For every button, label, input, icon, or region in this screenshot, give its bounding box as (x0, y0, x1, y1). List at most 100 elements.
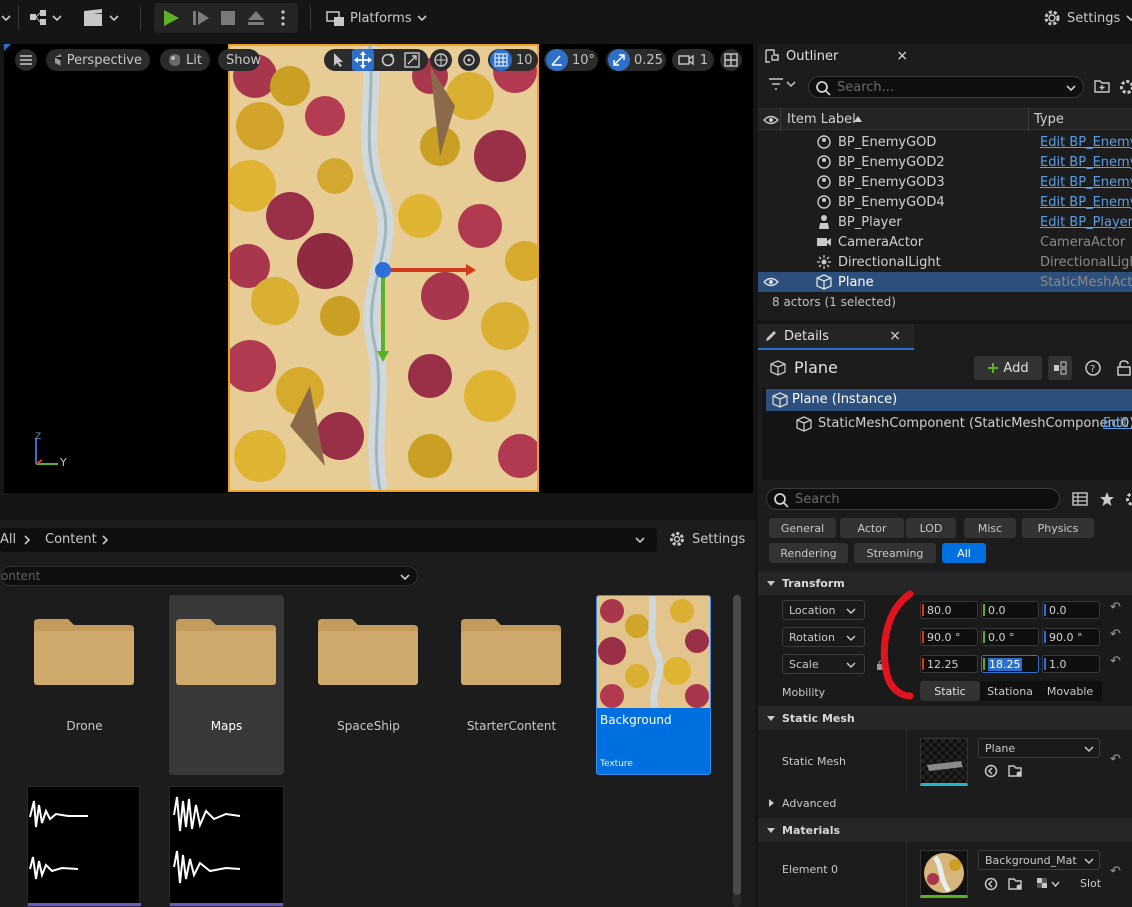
add-folder-icon[interactable] (1094, 79, 1110, 93)
outliner-tab[interactable]: Outliner × (758, 44, 914, 68)
lock-icon[interactable] (1116, 360, 1132, 376)
outliner-row[interactable]: BP_EnemyGOD3 Edit BP_EnemyG (758, 172, 1132, 192)
outliner-row[interactable]: BP_EnemyGOD4 Edit BP_EnemyG (758, 192, 1132, 212)
cb-scrollbar[interactable] (733, 595, 741, 907)
folder-drone[interactable]: Drone (27, 595, 142, 775)
cb-search-input[interactable]: ontent (0, 566, 418, 586)
surface-snap-button[interactable] (458, 49, 480, 71)
reset-arrow-icon[interactable]: ↶ (1110, 627, 1121, 642)
category-streaming[interactable]: Streaming (854, 543, 936, 563)
folder-startercontent[interactable]: StarterContent (454, 595, 569, 775)
rotation-y-field[interactable]: 0.0 ° (981, 628, 1039, 646)
use-selected-icon[interactable] (984, 877, 998, 891)
grid-snap-button[interactable]: 10 (488, 49, 538, 71)
close-icon[interactable]: × (889, 328, 901, 344)
location-y-field[interactable]: 0.0 (981, 601, 1039, 619)
sound-wave-asset[interactable] (27, 786, 141, 907)
scale-z-field[interactable]: 1.0 (1042, 655, 1100, 673)
static-mesh-dropdown[interactable]: Plane (978, 738, 1100, 758)
platforms-button[interactable]: Platforms (326, 4, 428, 32)
actor-type[interactable]: Edit BP_EnemyG (1040, 195, 1132, 210)
level-viewport[interactable]: Perspective Lit Show 10 10° 0.25 1 Z Y (4, 44, 753, 493)
location-dropdown[interactable]: Location (782, 600, 865, 620)
show-button[interactable]: Show (218, 49, 261, 71)
outliner-row[interactable]: DirectionalLight DirectionalLight (758, 252, 1132, 272)
rotation-snap-button[interactable]: 10° (544, 49, 598, 71)
cb-settings-button[interactable]: Settings (668, 530, 745, 548)
settings-button[interactable]: Settings (1042, 4, 1132, 32)
materials-section-header[interactable]: Materials (758, 818, 1132, 842)
background-plane-image[interactable] (228, 44, 539, 492)
column-type[interactable]: Type (1034, 112, 1064, 127)
breadcrumb-content[interactable]: Content (45, 532, 97, 547)
reset-arrow-icon[interactable]: ↶ (1110, 752, 1121, 767)
sound-wave-asset[interactable] (169, 786, 284, 907)
location-z-field[interactable]: 0.0 (1042, 601, 1100, 619)
category-physics[interactable]: Physics (1022, 518, 1094, 538)
component-row-instance[interactable]: Plane (Instance) (766, 389, 1132, 411)
gear-icon[interactable] (1124, 491, 1132, 507)
viewport-menu-button[interactable] (15, 49, 37, 71)
outliner-row[interactable]: BP_Player Edit BP_Player (758, 212, 1132, 232)
reset-arrow-icon[interactable]: ↶ (1110, 600, 1121, 615)
rotation-x-field[interactable]: 90.0 ° (920, 628, 978, 646)
eye-icon[interactable] (763, 114, 779, 126)
rotation-dropdown[interactable]: Rotation (782, 627, 865, 647)
gear-icon[interactable] (1118, 79, 1132, 95)
checker-options-icon[interactable] (1036, 877, 1062, 891)
actor-type[interactable]: Edit BP_EnemyG (1040, 175, 1132, 190)
use-selected-icon[interactable] (984, 764, 998, 778)
add-component-button[interactable]: Add (974, 356, 1042, 380)
perspective-button[interactable]: Perspective (46, 49, 150, 71)
eject-icon[interactable] (247, 9, 265, 27)
mobility-stationary[interactable]: Stationa (980, 681, 1040, 701)
star-icon[interactable] (1099, 491, 1115, 507)
blueprint-button[interactable] (1048, 356, 1072, 380)
camera-speed-button[interactable]: 1 (672, 49, 714, 71)
outliner-search-input[interactable]: Search... (808, 76, 1084, 98)
close-icon[interactable]: × (896, 48, 908, 64)
component-row-staticmesh[interactable]: StaticMeshComponent (StaticMeshComponent… (766, 413, 1132, 435)
folder-maps[interactable]: Maps (169, 595, 284, 775)
scale-tool-icon[interactable] (404, 52, 420, 68)
chevron-down-icon[interactable] (634, 534, 646, 546)
material-thumbnail[interactable] (920, 850, 968, 898)
folder-spaceship[interactable]: SpaceShip (311, 595, 426, 775)
static-mesh-section-header[interactable]: Static Mesh (758, 706, 1132, 730)
outliner-row[interactable]: BP_EnemyGOD Edit BP_EnemyG (758, 132, 1132, 152)
rotation-z-field[interactable]: 90.0 ° (1042, 628, 1100, 646)
category-all[interactable]: All (942, 543, 986, 563)
stop-icon[interactable] (220, 10, 236, 26)
help-icon[interactable]: ? (1084, 359, 1102, 377)
outliner-row[interactable]: CameraActor CameraActor (758, 232, 1132, 252)
translate-tool-icon[interactable] (352, 49, 374, 71)
breadcrumb-all[interactable]: All (0, 532, 16, 547)
lit-button[interactable]: Lit (160, 49, 210, 71)
chevron-down-icon[interactable] (0, 4, 12, 32)
category-rendering[interactable]: Rendering (769, 543, 848, 563)
play-icon[interactable] (162, 9, 180, 27)
transform-section-header[interactable]: Transform (758, 571, 1132, 595)
asset-background-texture[interactable]: Background Texture (596, 595, 711, 775)
details-tab[interactable]: Details × (758, 324, 914, 348)
category-actor[interactable]: Actor (840, 518, 904, 538)
reset-arrow-icon[interactable]: ↶ (1110, 654, 1121, 669)
cinematics-menu-icon[interactable] (82, 4, 122, 32)
filter-icon[interactable] (768, 76, 796, 92)
category-lod[interactable]: LOD (906, 518, 956, 538)
details-search-input[interactable]: Search (766, 488, 1060, 510)
location-x-field[interactable]: 80.0 (920, 601, 978, 619)
reset-arrow-icon[interactable]: ↶ (1110, 864, 1121, 879)
category-misc[interactable]: Misc (964, 518, 1016, 538)
component-edit-link[interactable]: Edit i (1103, 416, 1132, 431)
mobility-movable[interactable]: Movable (1040, 681, 1100, 701)
outliner-row[interactable]: Plane StaticMeshActo (758, 272, 1132, 292)
rotate-tool-icon[interactable] (380, 52, 396, 68)
browse-folder-icon[interactable] (1008, 764, 1024, 778)
outliner-row[interactable]: BP_EnemyGOD2 Edit BP_EnemyG (758, 152, 1132, 172)
scale-y-field[interactable]: 18.25 (981, 655, 1039, 673)
more-options-icon[interactable] (280, 10, 286, 26)
scale-x-field[interactable]: 12.25 (920, 655, 978, 673)
eye-icon[interactable] (763, 276, 779, 288)
actor-type[interactable]: Edit BP_Player (1040, 215, 1132, 230)
